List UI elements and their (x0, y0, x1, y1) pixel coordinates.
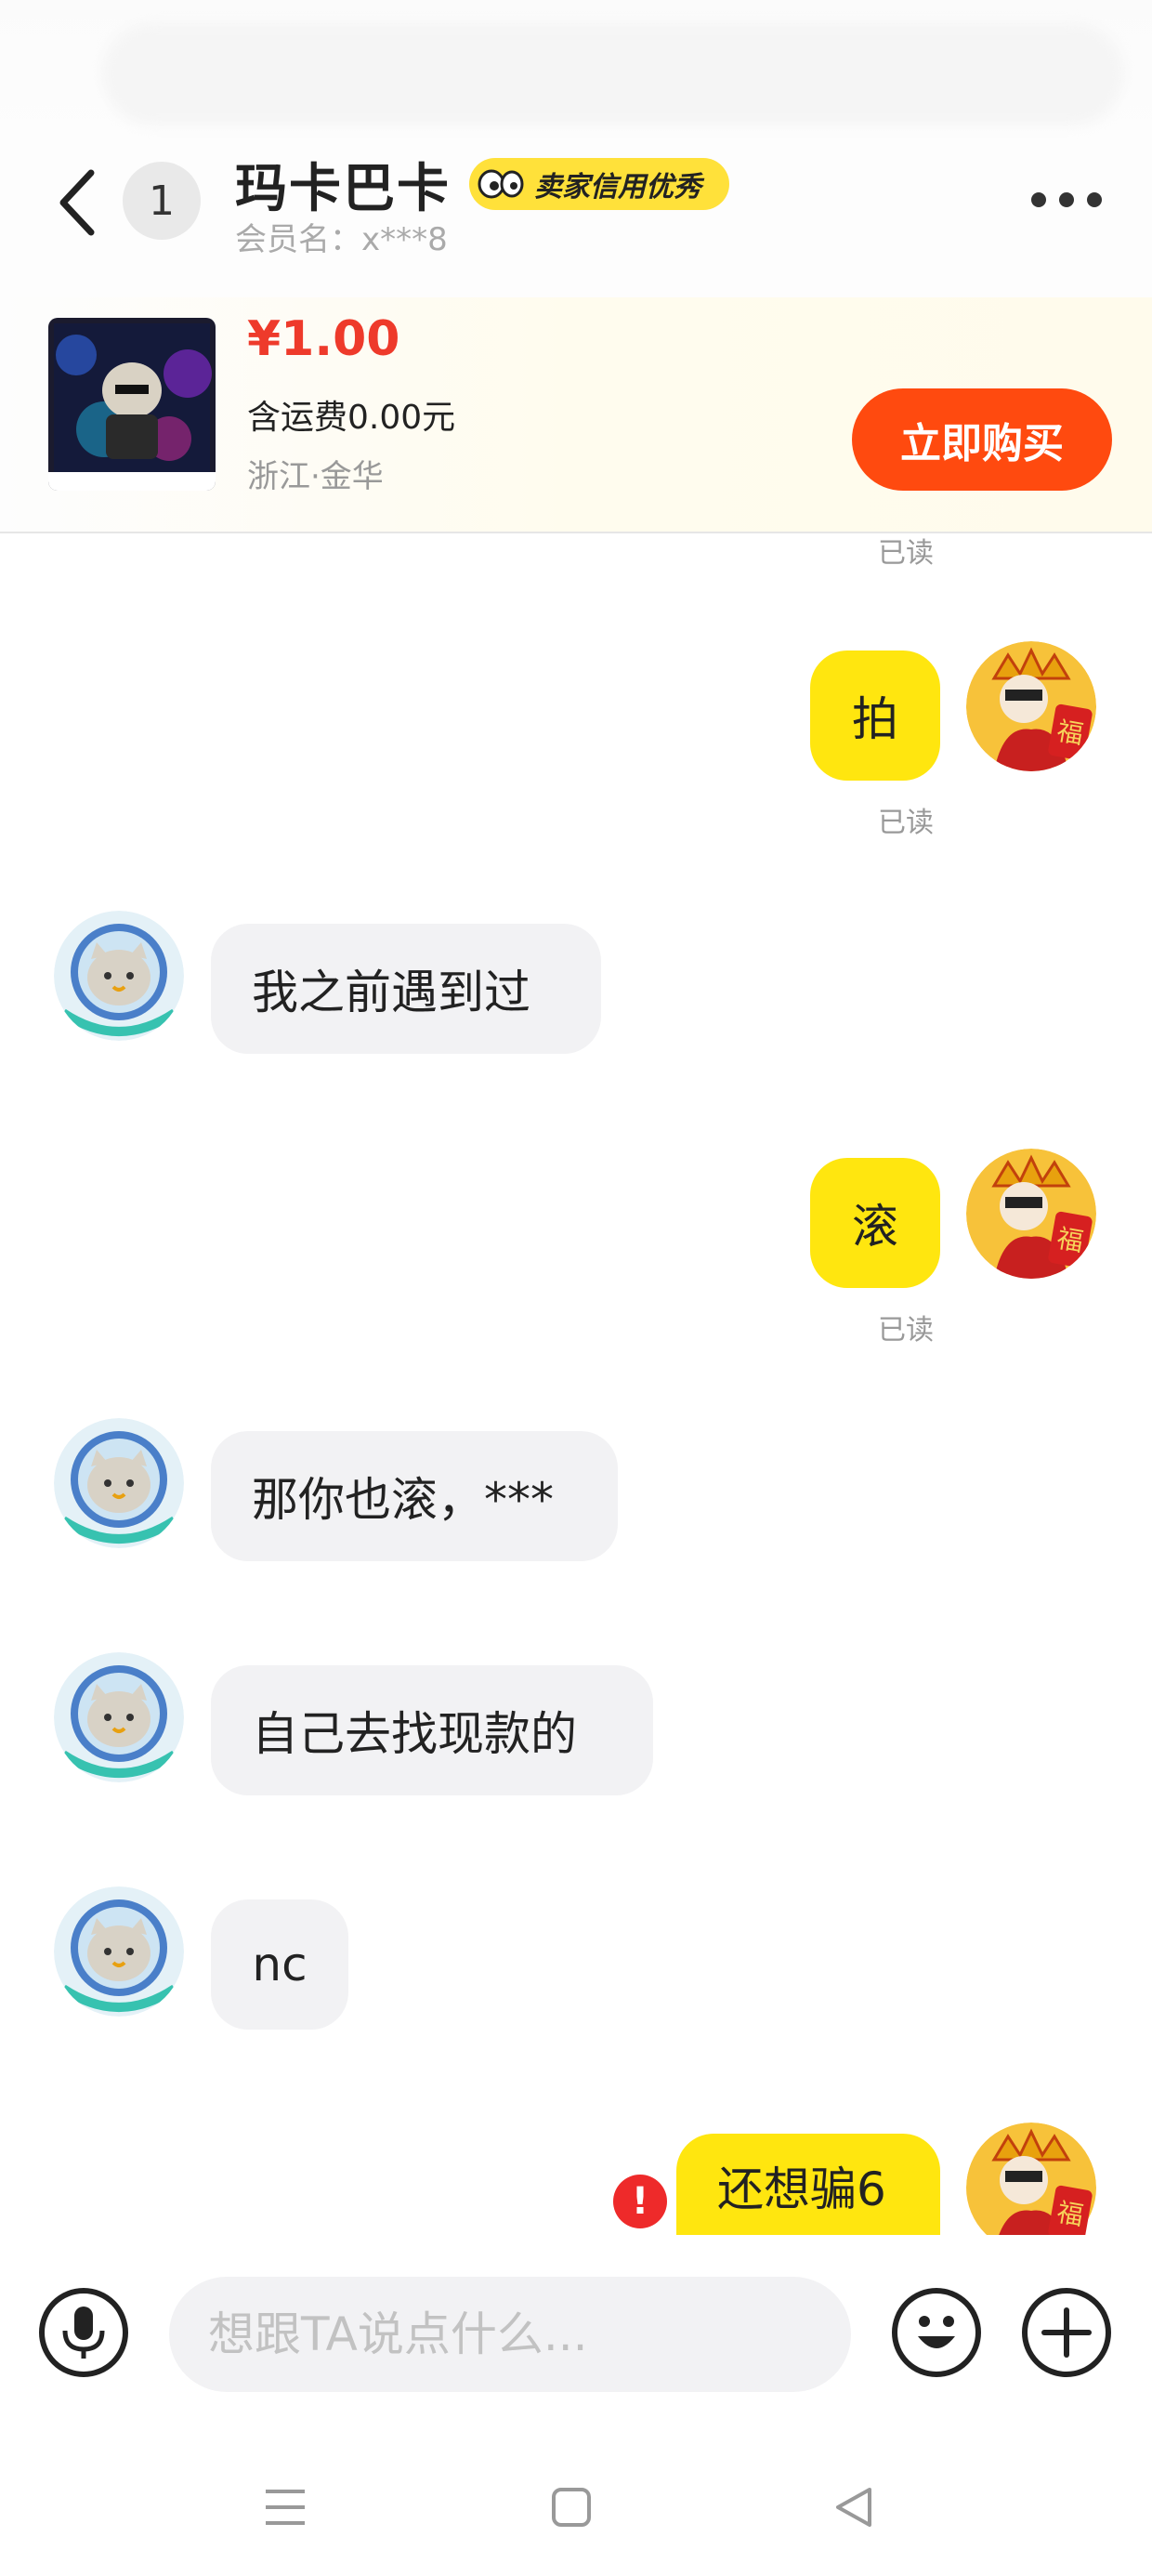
status-bar (0, 0, 1152, 139)
message-bubble-other[interactable]: nc (211, 1899, 348, 2030)
svg-text:福: 福 (1054, 716, 1085, 750)
microphone-glyph (62, 2307, 105, 2359)
read-receipt: 已读 (878, 537, 934, 570)
more-dots-icon[interactable] (1031, 186, 1106, 214)
message-bubble-me[interactable]: 滚 (810, 1158, 940, 1288)
seller-credit-badge[interactable]: 卖家信用优秀 (469, 158, 729, 210)
king-avatar-icon: 福 (966, 1149, 1096, 1279)
svg-text:福: 福 (1054, 2197, 1085, 2231)
message-input[interactable] (169, 2277, 851, 2392)
status-bar-blur (102, 23, 1124, 125)
my-avatar[interactable]: 福 (966, 641, 1096, 771)
cat-astronaut-avatar-icon (54, 1886, 184, 2017)
back-arrow-icon[interactable] (54, 165, 100, 240)
product-price: ¥1.00 (247, 311, 400, 367)
my-avatar[interactable]: 福 (966, 2123, 1096, 2238)
eyes-icon (478, 169, 524, 199)
seller-avatar[interactable] (54, 1652, 184, 1782)
emoji-icon[interactable] (892, 2288, 981, 2377)
system-nav-bar (0, 2439, 1152, 2576)
unread-count-badge: 1 (123, 162, 201, 240)
home-square-icon[interactable] (550, 2486, 593, 2529)
plus-glyph (1041, 2307, 1092, 2358)
my-avatar[interactable]: 福 (966, 1149, 1096, 1279)
message-bubble-other[interactable]: 那你也滚，*** (211, 1431, 618, 1561)
message-bubble-me[interactable]: 还想骗6 (676, 2134, 940, 2238)
message-bubble-other[interactable]: 自己去找现款的 (211, 1665, 653, 1795)
cat-astronaut-avatar-icon (54, 911, 184, 1041)
product-location: 浙江·金华 (247, 458, 384, 495)
shipping-fee: 含运费0.00元 (247, 399, 456, 437)
seller-name[interactable]: 玛卡巴卡 (235, 147, 451, 222)
credit-badge-label: 卖家信用优秀 (534, 171, 701, 204)
message-bubble-other[interactable]: 我之前遇到过 (211, 924, 601, 1054)
microphone-icon[interactable] (39, 2288, 128, 2377)
seller-avatar[interactable] (54, 1418, 184, 1548)
back-triangle-icon[interactable] (832, 2486, 875, 2529)
smiley-glyph (918, 2316, 955, 2348)
member-name: 会员名：x***8 (235, 221, 448, 258)
error-icon[interactable]: ! (613, 2175, 667, 2228)
menu-icon[interactable] (264, 2486, 307, 2529)
read-receipt: 已读 (878, 1314, 934, 1347)
read-receipt: 已读 (878, 807, 934, 839)
message-bubble-me[interactable]: 拍 (810, 651, 940, 781)
buy-now-button[interactable]: 立即购买 (852, 388, 1112, 491)
plus-icon[interactable] (1022, 2288, 1111, 2377)
svg-text:福: 福 (1054, 1223, 1085, 1257)
product-image (48, 318, 216, 491)
seller-avatar[interactable] (54, 1886, 184, 2017)
cat-astronaut-avatar-icon (54, 1652, 184, 1782)
seller-avatar[interactable] (54, 911, 184, 1041)
cat-astronaut-avatar-icon (54, 1418, 184, 1548)
product-thumbnail[interactable] (48, 318, 216, 491)
king-avatar-icon: 福 (966, 641, 1096, 771)
king-avatar-icon: 福 (966, 2123, 1096, 2238)
